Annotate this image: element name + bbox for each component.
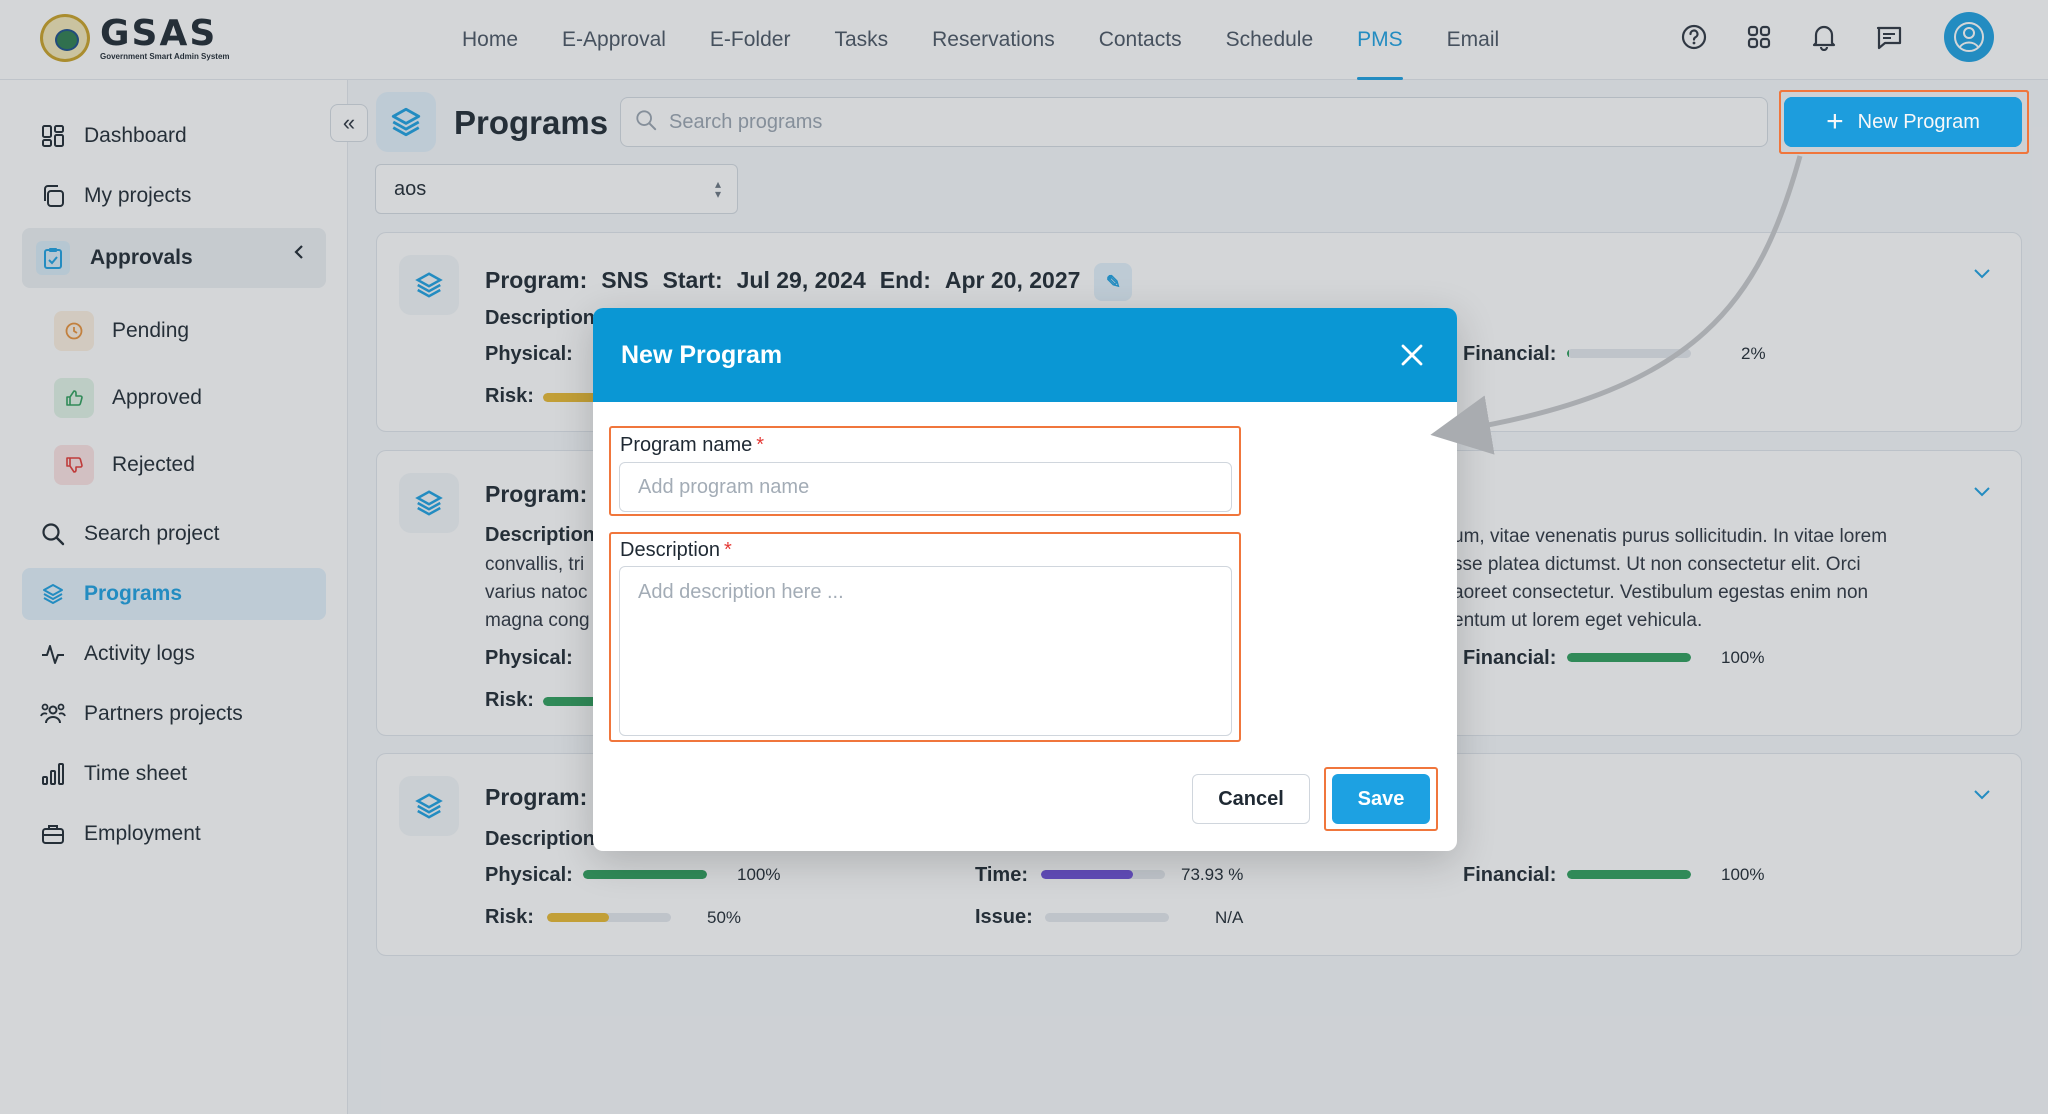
cancel-button[interactable]: Cancel <box>1192 774 1310 824</box>
description-field-label: Description * <box>620 539 732 562</box>
required-mark: * <box>724 539 732 561</box>
close-icon[interactable] <box>1397 340 1427 370</box>
new-program-modal: New Program Program name* Description* C… <box>593 308 1457 851</box>
program-name-label: Program name * <box>620 434 764 457</box>
program-name-input[interactable] <box>619 462 1232 512</box>
description-textarea[interactable] <box>619 566 1232 736</box>
description-label-text: Description <box>620 539 721 561</box>
save-button[interactable]: Save <box>1332 774 1430 824</box>
modal-title: New Program <box>621 340 783 369</box>
modal-header: New Program <box>593 308 1457 402</box>
program-name-label-text: Program name <box>620 434 753 456</box>
required-mark: * <box>756 434 765 456</box>
highlight-new-program <box>1779 90 2029 154</box>
